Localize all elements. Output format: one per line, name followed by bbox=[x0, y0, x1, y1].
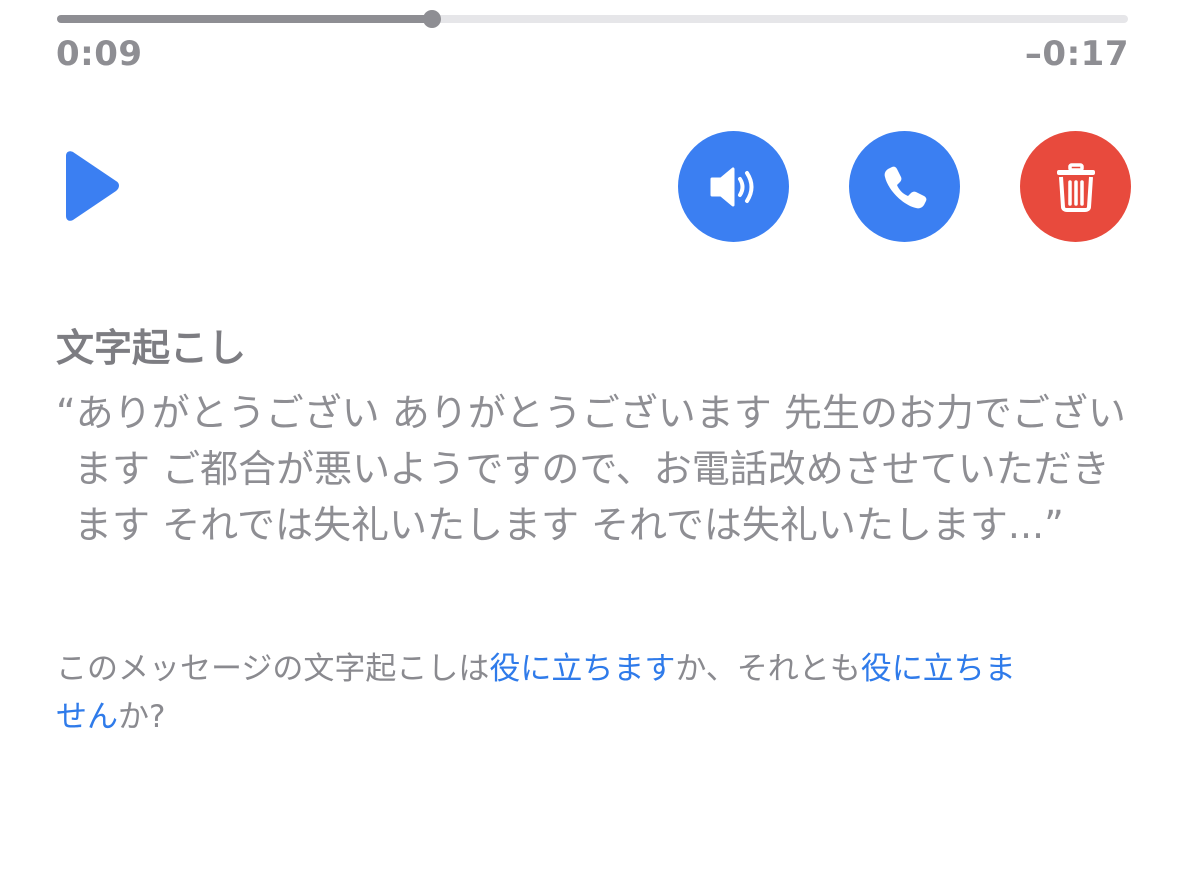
elapsed-time: 0:09 bbox=[56, 34, 143, 74]
speaker-icon bbox=[710, 167, 753, 206]
transcription-heading: 文字起こし bbox=[56, 326, 247, 370]
transcription-text: “ありがとうござい ありがとうございます 先生のお力でございます ご都合が悪いよ… bbox=[56, 391, 1126, 547]
speaker-button[interactable] bbox=[678, 131, 789, 242]
playback-progress-fill bbox=[57, 15, 432, 23]
feedback-middle: か、それとも bbox=[675, 651, 861, 687]
playback-scrubber[interactable] bbox=[57, 10, 1128, 28]
useful-link[interactable]: 役に立ちます bbox=[489, 651, 675, 687]
play-button[interactable] bbox=[58, 150, 128, 222]
phone-icon bbox=[884, 166, 926, 208]
scrubber-knob[interactable] bbox=[422, 10, 441, 28]
delete-button[interactable] bbox=[1020, 131, 1131, 242]
feedback-prefix: このメッセージの文字起こしは bbox=[56, 651, 490, 687]
play-icon bbox=[66, 151, 119, 221]
transcription-feedback: このメッセージの文字起こしは役に立ちますか、それとも役に立ちませんか? bbox=[56, 645, 1016, 741]
trash-icon bbox=[1056, 162, 1095, 212]
remaining-time: –0:17 bbox=[1024, 34, 1129, 74]
call-back-button[interactable] bbox=[849, 131, 960, 242]
feedback-suffix: か? bbox=[118, 699, 166, 735]
